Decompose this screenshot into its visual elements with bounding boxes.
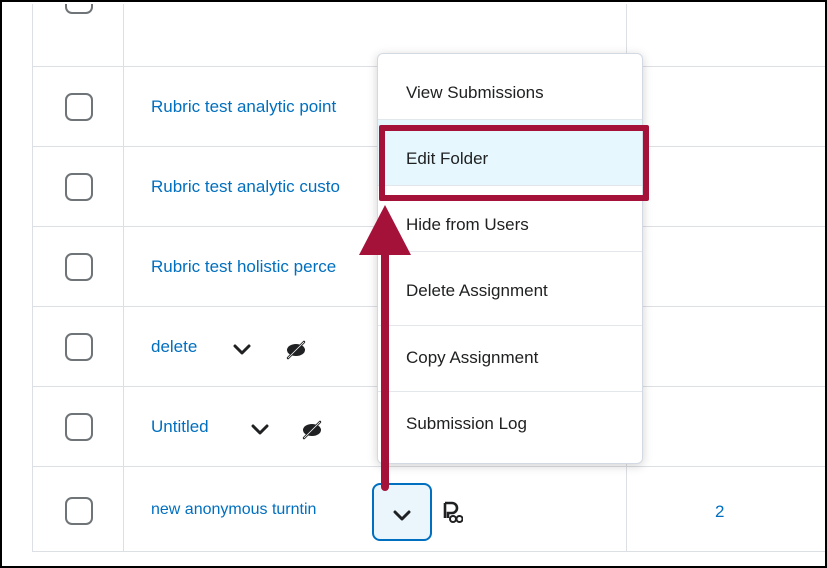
menu-item-delete-assignment[interactable]: Delete Assignment (378, 258, 642, 326)
anonymous-marking-icon (443, 501, 463, 523)
row-checkbox[interactable] (65, 173, 93, 201)
assignment-link[interactable]: delete (151, 337, 197, 357)
menu-item-copy-assignment[interactable]: Copy Assignment (378, 326, 642, 392)
row-checkbox[interactable] (65, 497, 93, 525)
menu-item-label: Submission Log (406, 414, 527, 433)
menu-item-view-submissions[interactable]: View Submissions (378, 54, 642, 120)
annotation-arrow-icon (359, 205, 411, 491)
hidden-eye-icon (286, 340, 306, 360)
menu-item-label: Copy Assignment (406, 348, 539, 367)
chevron-down-icon[interactable] (251, 424, 269, 436)
menu-item-label: Delete Assignment (406, 281, 548, 300)
assignment-link[interactable]: new anonymous turntin (151, 501, 396, 519)
submissions-count[interactable]: 2 (715, 502, 724, 522)
row-checkbox[interactable] (65, 333, 93, 361)
menu-item-label: View Submissions (406, 83, 544, 102)
row-checkbox[interactable] (65, 4, 93, 14)
assignment-link[interactable]: Rubric test analytic custo (151, 177, 401, 197)
menu-item-submission-log[interactable]: Submission Log (378, 392, 642, 462)
hidden-eye-icon (302, 420, 322, 440)
annotation-highlight-box (379, 125, 649, 201)
row-checkbox[interactable] (65, 413, 93, 441)
row-checkbox[interactable] (65, 93, 93, 121)
row-checkbox[interactable] (65, 253, 93, 281)
chevron-down-icon (393, 510, 411, 521)
menu-item-label: Hide from Users (406, 215, 529, 234)
screenshot-frame: Rubric test analytic point Rubric test a… (0, 0, 827, 568)
assignment-link[interactable]: Untitled (151, 417, 209, 437)
chevron-down-icon[interactable] (233, 344, 251, 356)
assignment-link[interactable]: Rubric test analytic point (151, 97, 401, 117)
